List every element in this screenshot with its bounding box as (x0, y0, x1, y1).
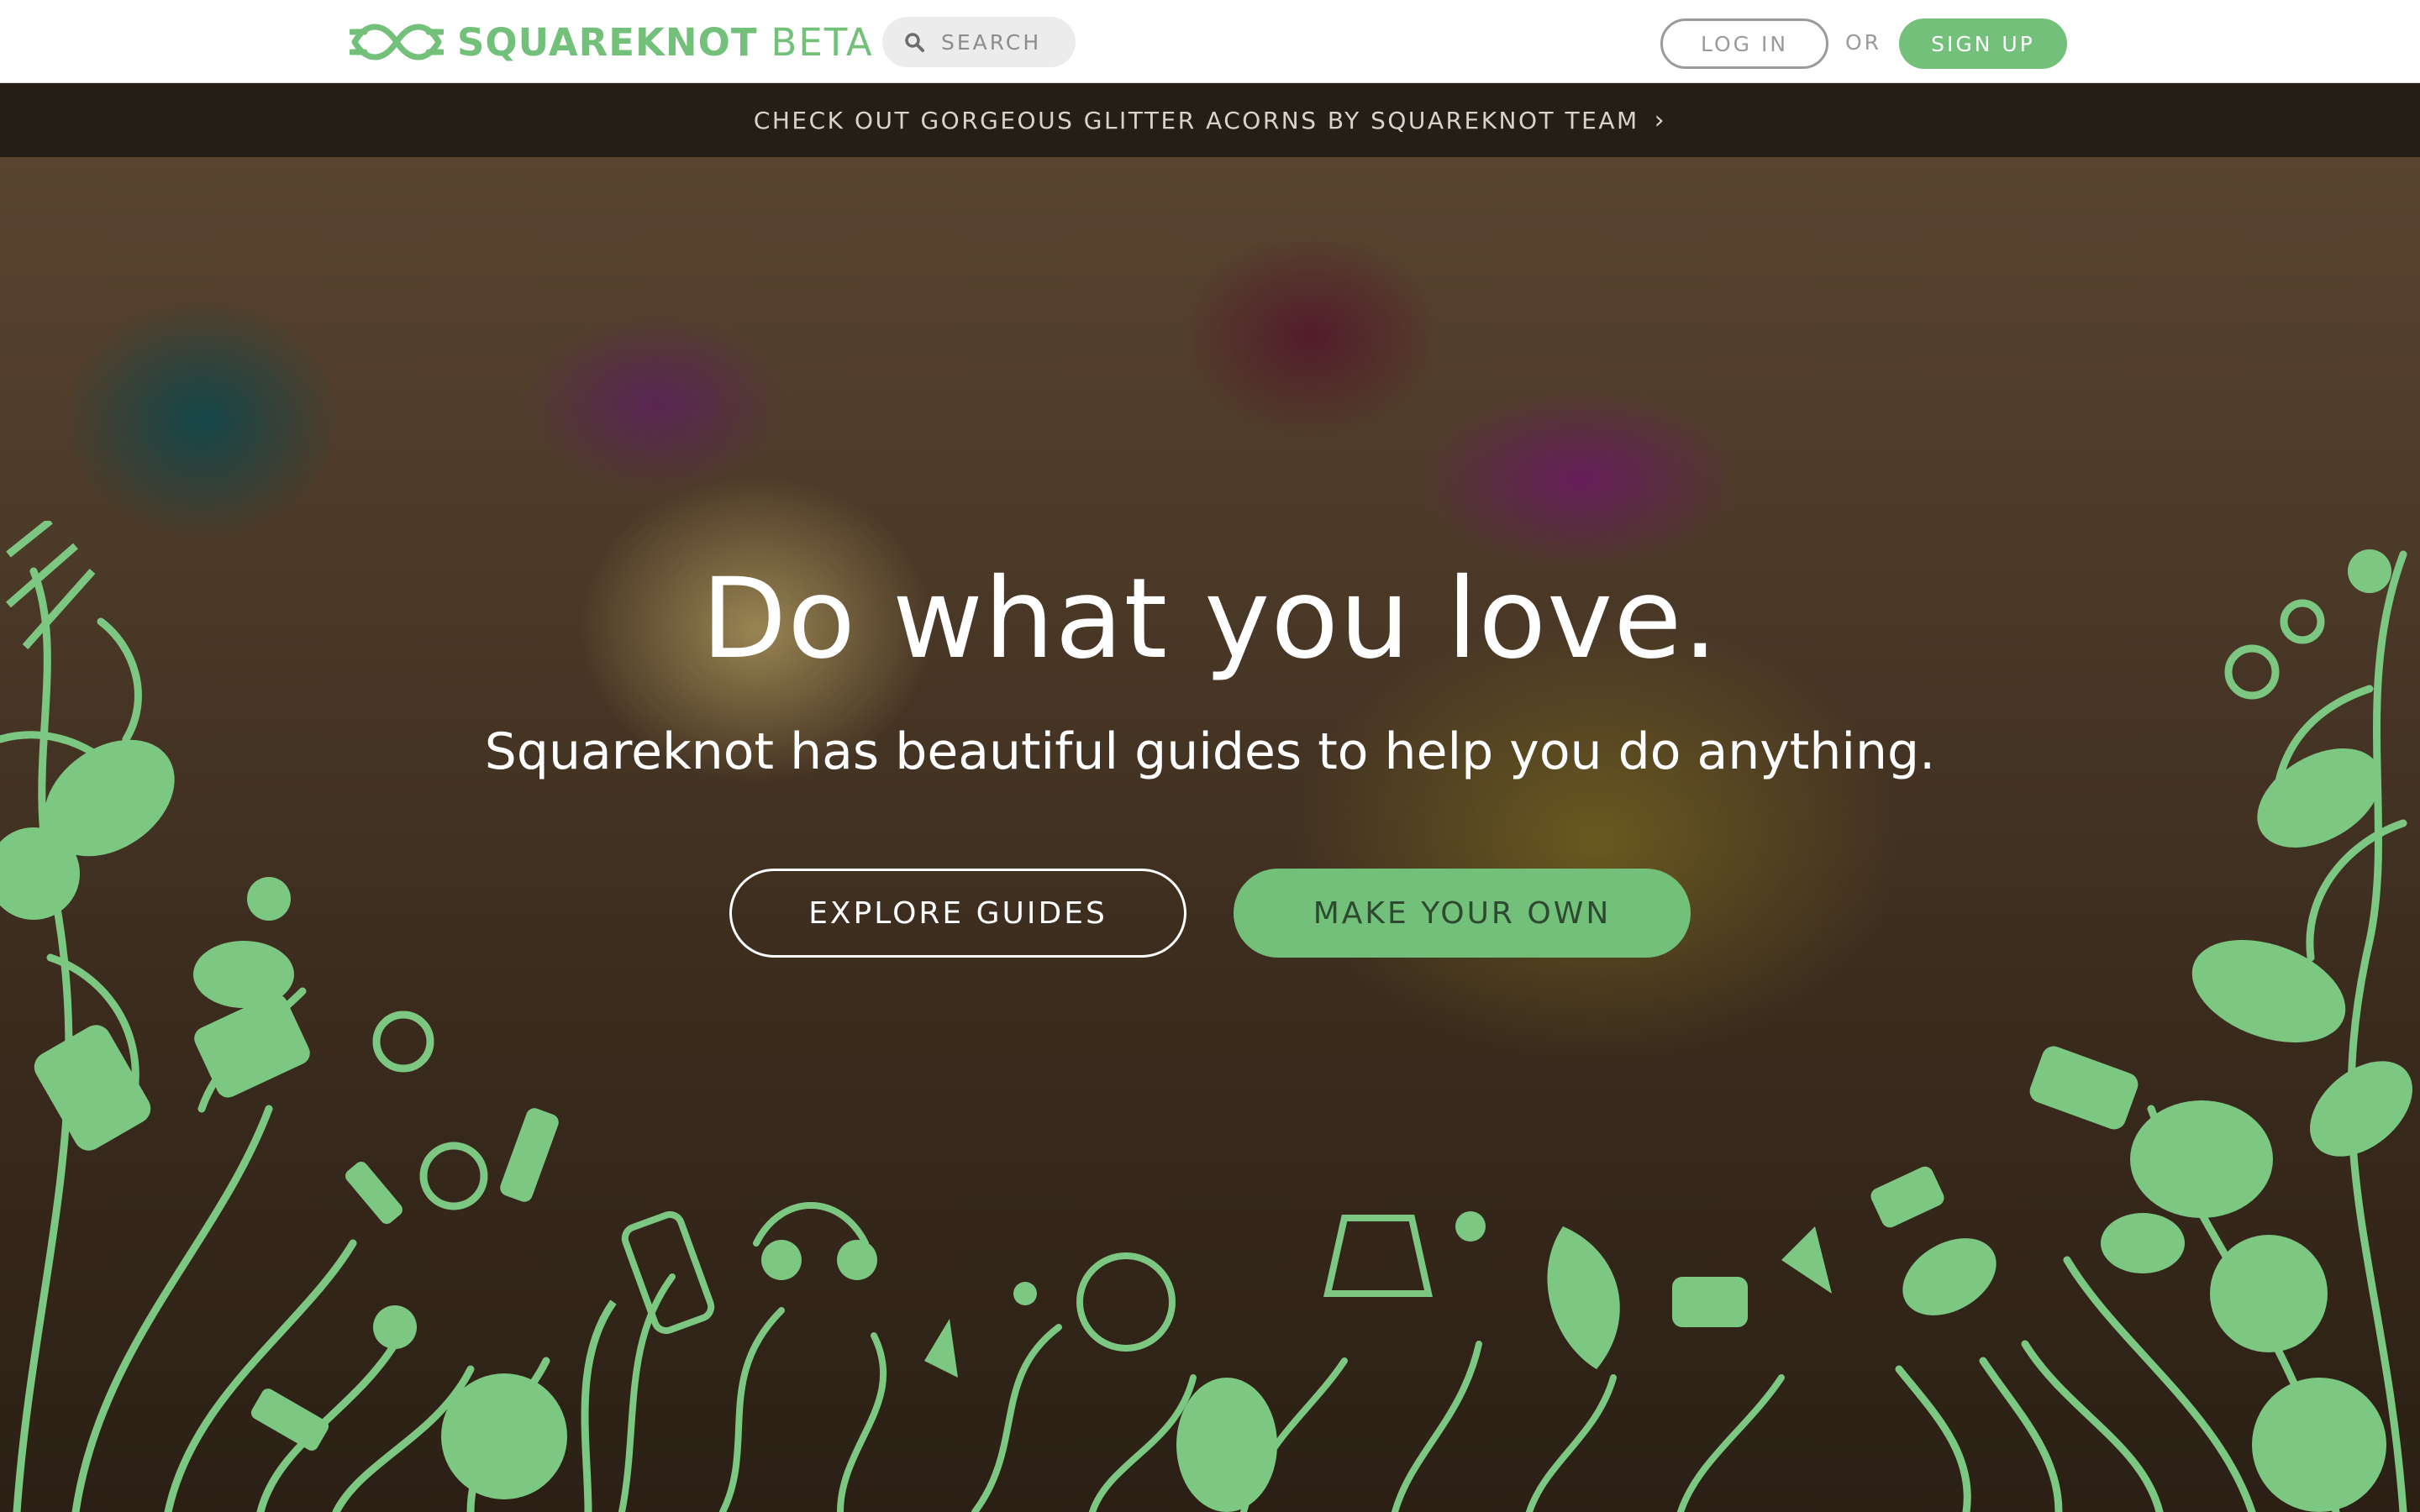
squareknot-logo[interactable]: SQUAREKNOT BETA (350, 17, 874, 67)
explore-guides-button[interactable]: EXPLORE GUIDES (729, 869, 1186, 958)
or-label: OR (1845, 30, 1882, 55)
make-your-own-button[interactable]: MAKE YOUR OWN (1234, 869, 1691, 958)
search-input[interactable] (941, 29, 1067, 55)
logo-name: SQUAREKNOT (457, 19, 758, 65)
hero-section: CHECK OUT GORGEOUS GLITTER ACORNS BY SQU… (0, 84, 2420, 1512)
logo-beta-tag: BETA (771, 19, 874, 65)
hero-subtitle: Squareknot has beautiful guides to help … (484, 722, 1936, 781)
squareknot-logo-icon (350, 24, 444, 60)
log-in-button[interactable]: LOG IN (1660, 18, 1828, 69)
chevron-right-icon: › (1654, 106, 1667, 135)
announcement-banner-link[interactable]: CHECK OUT GORGEOUS GLITTER ACORNS BY SQU… (0, 84, 2420, 157)
hero-title: Do what you love. (701, 554, 1719, 684)
search-box[interactable] (882, 17, 1076, 67)
search-icon (905, 33, 924, 52)
site-header: SQUAREKNOT BETA LOG IN OR SIGN UP (0, 0, 2420, 83)
announcement-text: CHECK OUT GORGEOUS GLITTER ACORNS BY SQU… (753, 107, 1639, 134)
bottom-doodle-illustration (618, 1202, 1832, 1512)
sign-up-button[interactable]: SIGN UP (1899, 18, 2067, 69)
